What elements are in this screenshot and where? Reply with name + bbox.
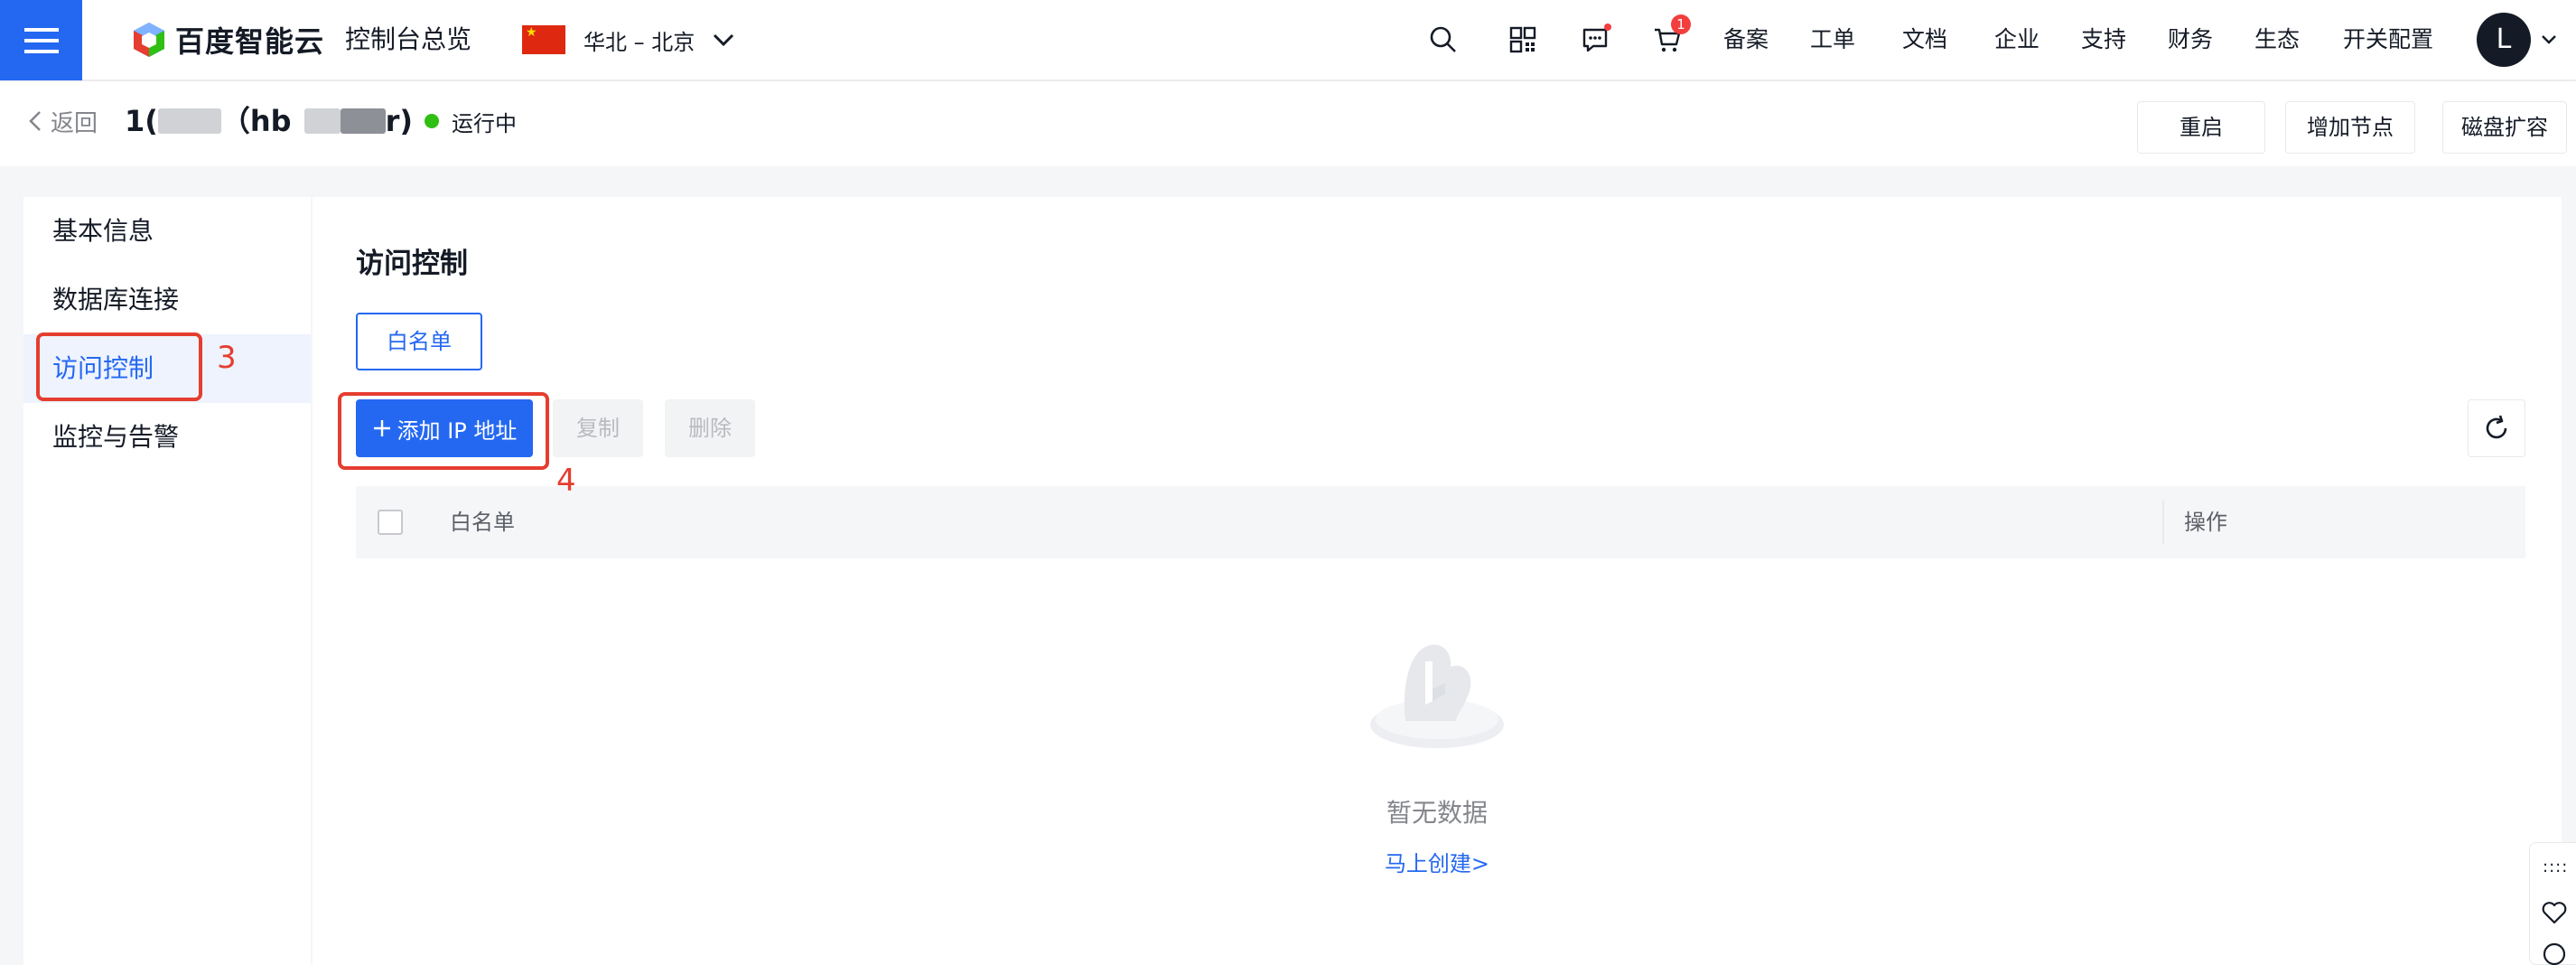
search-icon	[1430, 26, 1456, 52]
detail-sidebar: 基本信息 数据库连接 访问控制 监控与告警	[23, 197, 311, 965]
access-control-panel: 访问控制 白名单 添加 IP 地址 复制 删除 白名单 操作 暂无数据 马上创建…	[313, 197, 2562, 965]
nav-link-finance[interactable]: 财务	[2168, 20, 2213, 60]
sidebar-item-monitoring[interactable]: 监控与告警	[23, 403, 311, 472]
whitelist-table-header: 白名单 操作	[356, 486, 2525, 558]
empty-state-text: 暂无数据	[1386, 798, 1488, 828]
delete-button[interactable]: 删除	[665, 399, 755, 457]
add-node-button[interactable]: 增加节点	[2285, 101, 2415, 154]
floating-toolbar: ::::	[2529, 842, 2576, 965]
sidebar-item-basic-info[interactable]: 基本信息	[23, 197, 311, 266]
status-label: 运行中	[452, 110, 517, 136]
console-overview-link[interactable]: 控制台总览	[345, 20, 471, 60]
cloud-logo-icon	[134, 23, 164, 57]
chevron-left-icon	[29, 111, 41, 131]
back-link[interactable]: 返回	[27, 103, 98, 139]
logo-text: 百度智能云	[175, 24, 325, 59]
status-running-dot	[425, 114, 439, 128]
column-divider	[2162, 501, 2164, 544]
qrcode-button[interactable]	[1501, 18, 1545, 61]
instance-name-suffix: r)	[385, 104, 413, 138]
nav-link-docs[interactable]: 文档	[1902, 20, 1947, 60]
feedback-icon[interactable]	[2541, 941, 2568, 965]
china-flag-icon	[522, 25, 565, 54]
nav-link-enterprise[interactable]: 企业	[1994, 20, 2039, 60]
user-avatar[interactable]: L	[2477, 13, 2531, 67]
nav-link-tickets[interactable]: 工单	[1810, 20, 1855, 60]
disk-expand-button[interactable]: 磁盘扩容	[2442, 101, 2567, 154]
nav-link-support[interactable]: 支持	[2081, 20, 2126, 60]
redacted-text	[303, 108, 341, 134]
redacted-text	[157, 108, 221, 134]
instance-name: 1( （hb r)	[125, 101, 413, 141]
refresh-button[interactable]	[2468, 399, 2525, 457]
annotation-box-step-4	[338, 392, 549, 470]
sidebar-item-db-connection[interactable]: 数据库连接	[23, 266, 311, 334]
column-header-actions: 操作	[2184, 510, 2227, 535]
menu-icon	[23, 27, 59, 53]
annotation-number-3: 3	[217, 340, 237, 376]
qrcode-icon	[1509, 26, 1536, 53]
chevron-down-icon	[714, 33, 734, 47]
baidu-cloud-logo[interactable]: 百度智能云	[130, 16, 324, 63]
annotation-box-step-3	[36, 333, 202, 401]
select-all-checkbox[interactable]	[378, 510, 403, 535]
redacted-text	[340, 108, 386, 134]
annotation-number-4: 4	[556, 463, 576, 499]
caret-down-icon[interactable]	[2540, 31, 2558, 49]
refresh-icon	[2486, 415, 2507, 439]
top-navigation-bar: 百度智能云 控制台总览 华北 – 北京	[0, 0, 2576, 80]
region-selector[interactable]: 华北 – 北京	[522, 20, 734, 60]
nav-link-ecosystem[interactable]: 生态	[2254, 20, 2300, 60]
nav-link-filing[interactable]: 备案	[1723, 20, 1769, 60]
drag-handle-icon[interactable]: ::::	[2543, 857, 2568, 876]
unread-dot	[1604, 23, 1611, 31]
instance-header: 返回 1( （hb r) 运行中 重启 增加节点 磁盘扩容	[0, 81, 2576, 166]
search-button[interactable]	[1422, 18, 1465, 61]
nav-link-switch-config[interactable]: 开关配置	[2343, 20, 2433, 60]
back-label: 返回	[51, 109, 98, 137]
instance-status: 运行中	[425, 101, 517, 141]
cart-count-badge: 1	[1671, 14, 1691, 34]
cart-button[interactable]: 1	[1646, 14, 1691, 61]
instance-name-prefix: 1(	[125, 104, 158, 138]
tab-whitelist[interactable]: 白名单	[356, 313, 482, 370]
column-header-whitelist: 白名单	[450, 510, 515, 535]
instance-name-mid: （hb	[220, 104, 292, 138]
region-label: 华北 – 北京	[583, 29, 695, 55]
create-now-link[interactable]: 马上创建>	[313, 846, 2562, 877]
hamburger-menu-button[interactable]	[0, 0, 82, 80]
page-title: 访问控制	[356, 248, 468, 280]
restart-button[interactable]: 重启	[2137, 101, 2265, 154]
messages-button[interactable]	[1573, 18, 1617, 61]
copy-button[interactable]: 复制	[553, 399, 643, 457]
favorite-icon[interactable]	[2541, 899, 2568, 926]
empty-box-illustration	[1370, 644, 1504, 748]
